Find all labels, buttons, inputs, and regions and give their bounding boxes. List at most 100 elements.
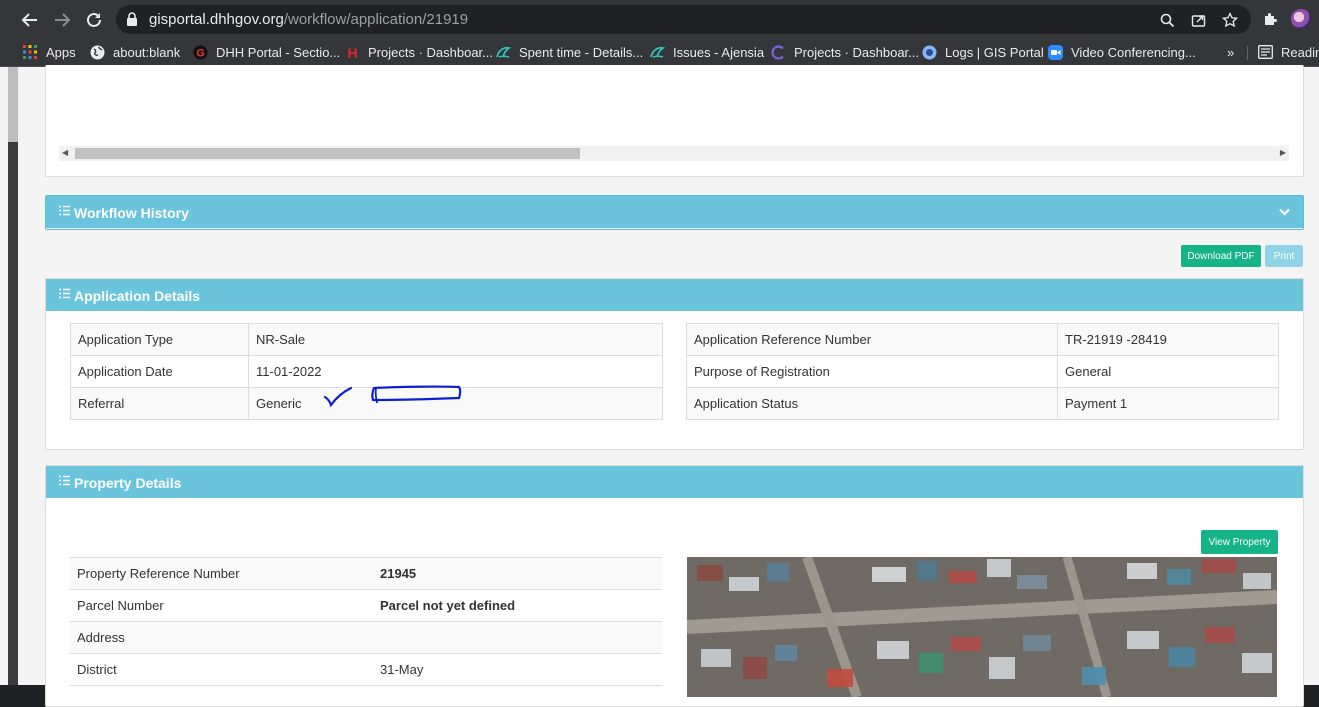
- share-button[interactable]: [1189, 11, 1207, 29]
- table-row: Address: [70, 621, 662, 654]
- field-value: General: [1057, 355, 1279, 388]
- field-value: Payment 1: [1057, 387, 1279, 420]
- puzzle-icon: [1264, 12, 1277, 25]
- bookmark-apps[interactable]: Apps: [22, 43, 76, 61]
- table-row: Application Reference Number TR-21919 -2…: [686, 323, 1279, 356]
- field-label: Application Date: [70, 355, 249, 388]
- field-label: Parcel Number: [70, 589, 373, 622]
- bookmark-label: Projects · Dashboar...: [368, 44, 493, 60]
- satellite-map-image[interactable]: [687, 557, 1277, 697]
- svg-text:G: G: [196, 47, 205, 59]
- table-row: District 31-May: [70, 653, 662, 686]
- application-details-panel: Application Details Application Type NR-…: [45, 278, 1304, 450]
- list-icon: [59, 475, 70, 486]
- bookmark-label: Issues - Ajensia: [673, 44, 765, 60]
- panel-title: Property Details: [74, 475, 182, 491]
- overflow-chevron: »: [1227, 44, 1235, 60]
- bookmark-about-blank[interactable]: about:blank: [89, 43, 180, 61]
- share-icon: [1191, 14, 1205, 27]
- ajensia-icon: [649, 44, 665, 60]
- bookmark-label: about:blank: [113, 44, 181, 60]
- bookmark-projects-1[interactable]: H Projects · Dashboar...: [344, 43, 493, 61]
- bookmark-issues-ajensia[interactable]: Issues - Ajensia: [649, 43, 764, 61]
- table-row: Property Reference Number 21945: [70, 557, 662, 590]
- bookmark-label: Projects · Dashboar...: [794, 44, 919, 60]
- purple-c-icon: [770, 44, 786, 60]
- field-value: 21945: [373, 557, 662, 590]
- profile-avatar[interactable]: [1291, 9, 1311, 29]
- bookmark-divider: [1247, 46, 1248, 60]
- view-property-button[interactable]: View Property: [1201, 530, 1278, 554]
- star-icon: [1222, 12, 1238, 28]
- forward-arrow-icon: [55, 13, 71, 27]
- bookmark-spent-time[interactable]: Spent time - Details...: [495, 43, 643, 61]
- gitlab-red-icon: H: [344, 44, 360, 60]
- field-label: Application Status: [686, 387, 1058, 420]
- table-row: Parcel Number Parcel not yet defined: [70, 589, 662, 622]
- reading-list-icon: [1257, 44, 1273, 60]
- scroll-left-icon[interactable]: ◀: [62, 148, 68, 157]
- handwritten-annotation-icon: [323, 385, 462, 408]
- property-details-header: Property Details: [46, 466, 1303, 498]
- reading-list-button[interactable]: Reading: [1257, 43, 1319, 61]
- reload-button[interactable]: [82, 8, 106, 32]
- panel-title: Workflow History: [74, 205, 189, 221]
- url-domain: gisportal.dhhgov.org: [149, 11, 284, 28]
- bookmark-label: Apps: [46, 44, 76, 60]
- field-label: Address: [70, 621, 373, 654]
- bookmarks-overflow-button[interactable]: »: [1227, 43, 1234, 61]
- gis-portal-icon: [921, 44, 937, 60]
- horizontal-scrollbar[interactable]: ◀ ▶: [59, 146, 1289, 161]
- ajensia-icon: [495, 44, 511, 60]
- table-row: Application Status Payment 1: [686, 387, 1279, 420]
- reload-icon: [87, 12, 101, 27]
- sidebar-edge: [8, 67, 18, 685]
- table-row: Application Type NR-Sale: [70, 323, 663, 356]
- field-value: 31-May: [373, 653, 662, 686]
- table-row: Purpose of Registration General: [686, 355, 1279, 388]
- bookmark-projects-2[interactable]: Projects · Dashboar...: [770, 43, 919, 61]
- bookmark-label: Reading: [1281, 44, 1319, 60]
- bookmark-label: DHH Portal - Sectio...: [216, 44, 341, 60]
- url-path: /workflow/application/21919: [283, 11, 469, 28]
- back-arrow-icon: [21, 13, 37, 27]
- bookmark-dhh-portal[interactable]: G DHH Portal - Sectio...: [192, 43, 340, 61]
- forward-button[interactable]: [50, 8, 74, 32]
- field-value: [373, 621, 662, 654]
- url-text: gisportal.dhhgov.org/workflow/applicatio…: [149, 11, 468, 28]
- address-bar[interactable]: gisportal.dhhgov.org/workflow/applicatio…: [116, 5, 1251, 34]
- browser-toolbar: gisportal.dhhgov.org/workflow/applicatio…: [0, 0, 1319, 38]
- workflow-history-panel[interactable]: Workflow History: [45, 195, 1304, 230]
- bookmark-label: Video Conferencing...: [1071, 44, 1196, 60]
- scroll-right-icon[interactable]: ▶: [1280, 148, 1286, 157]
- property-table: Property Reference Number 21945 Parcel N…: [70, 557, 662, 686]
- globe-icon: [89, 44, 105, 60]
- apps-grid-icon: [22, 44, 38, 60]
- zoom-icon-button[interactable]: [1158, 11, 1176, 29]
- download-pdf-button[interactable]: Download PDF: [1181, 245, 1261, 267]
- back-button[interactable]: [18, 8, 42, 32]
- property-details-panel: Property Details View Property Property …: [45, 465, 1304, 707]
- bookmark-video-conf[interactable]: Video Conferencing...: [1047, 43, 1196, 61]
- bookmark-star-button[interactable]: [1221, 11, 1239, 29]
- dhh-portal-icon: G: [192, 44, 208, 60]
- previous-section-card: ◀ ▶: [45, 65, 1304, 177]
- bookmark-logs-gis[interactable]: Logs | GIS Portal: [921, 43, 1044, 61]
- field-label: Purpose of Registration: [686, 355, 1058, 388]
- scrollbar-thumb[interactable]: [75, 148, 580, 159]
- bookmark-label: Spent time - Details...: [519, 44, 644, 60]
- bookmark-label: Logs | GIS Portal: [945, 44, 1044, 60]
- page-viewport: ◀ ▶ Workflow History Download PDF Print …: [0, 65, 1319, 707]
- field-label: District: [70, 653, 373, 686]
- field-value: TR-21919 -28419: [1057, 323, 1279, 356]
- zoom-icon: [1047, 44, 1063, 60]
- lock-icon: [127, 12, 137, 26]
- field-value: Parcel not yet defined: [373, 589, 662, 622]
- list-icon: [59, 205, 70, 216]
- bookmarks-bar: Apps about:blank G DHH Portal - Sectio..…: [0, 38, 1319, 67]
- print-button[interactable]: Print: [1265, 245, 1303, 267]
- chevron-down-icon[interactable]: [1278, 205, 1291, 218]
- extensions-button[interactable]: [1260, 9, 1280, 29]
- list-icon: [59, 288, 70, 299]
- workflow-history-header[interactable]: Workflow History: [46, 196, 1303, 228]
